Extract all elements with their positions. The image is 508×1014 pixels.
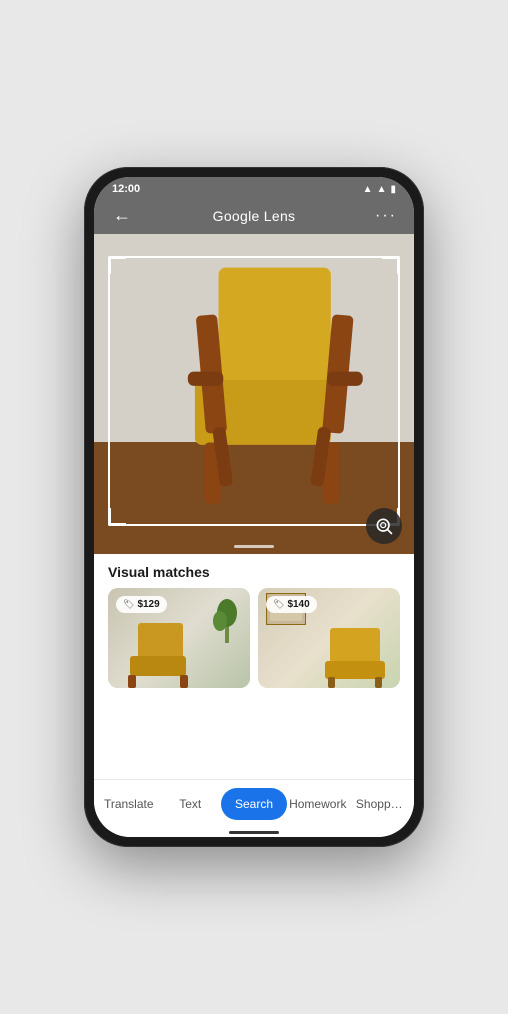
match-card-2[interactable]: 🏷 $140	[258, 588, 400, 688]
lens-icon	[374, 516, 394, 536]
matches-row: 🏷 $129	[94, 588, 414, 779]
price-text-2: $140	[287, 599, 309, 610]
results-area: Visual matches	[94, 554, 414, 779]
more-options-button[interactable]: ···	[372, 207, 400, 225]
status-time: 12:00	[112, 183, 140, 195]
tab-homework[interactable]: Homework	[287, 780, 349, 827]
bottom-tabs: Translate Text Search Homework Shopp…	[94, 779, 414, 827]
home-indicator	[229, 831, 279, 834]
price-tag-icon-2: 🏷	[273, 599, 284, 610]
price-text-1: $129	[137, 599, 159, 610]
tab-translate[interactable]: Translate	[98, 780, 160, 827]
plant-1	[212, 593, 242, 643]
price-tag-icon-1: 🏷	[123, 599, 134, 610]
lens-search-button[interactable]	[366, 508, 402, 544]
price-badge-2: 🏷 $140	[266, 596, 317, 613]
top-bar: ← Google Lens ···	[94, 199, 414, 234]
visual-matches-title: Visual matches	[94, 554, 414, 588]
battery-icon: ▮	[390, 184, 396, 195]
chair-illustration	[134, 244, 374, 504]
match-card-1[interactable]: 🏷 $129	[108, 588, 250, 688]
title-lens: Lens	[260, 208, 296, 224]
drag-handle[interactable]	[234, 545, 274, 548]
camera-image-area	[94, 234, 414, 554]
back-button[interactable]: ←	[108, 205, 136, 226]
tab-shopping[interactable]: Shopp…	[349, 780, 411, 827]
home-indicator-area	[94, 827, 414, 837]
signal-icon: ▲	[377, 184, 387, 195]
price-badge-1: 🏷 $129	[116, 596, 167, 613]
wifi-icon: ▲	[363, 184, 373, 195]
status-icons: ▲ ▲ ▮	[363, 184, 396, 195]
phone-screen: 12:00 ▲ ▲ ▮ ← Google Lens ···	[94, 177, 414, 837]
phone-shell: 12:00 ▲ ▲ ▮ ← Google Lens ···	[84, 167, 424, 847]
match-chair-1	[118, 618, 198, 688]
title-google: Google	[213, 208, 260, 224]
match-chair-2	[320, 623, 390, 688]
status-bar: 12:00 ▲ ▲ ▮	[94, 177, 414, 199]
app-title: Google Lens	[213, 208, 296, 224]
tab-text[interactable]: Text	[160, 780, 222, 827]
tab-search[interactable]: Search	[221, 788, 287, 820]
